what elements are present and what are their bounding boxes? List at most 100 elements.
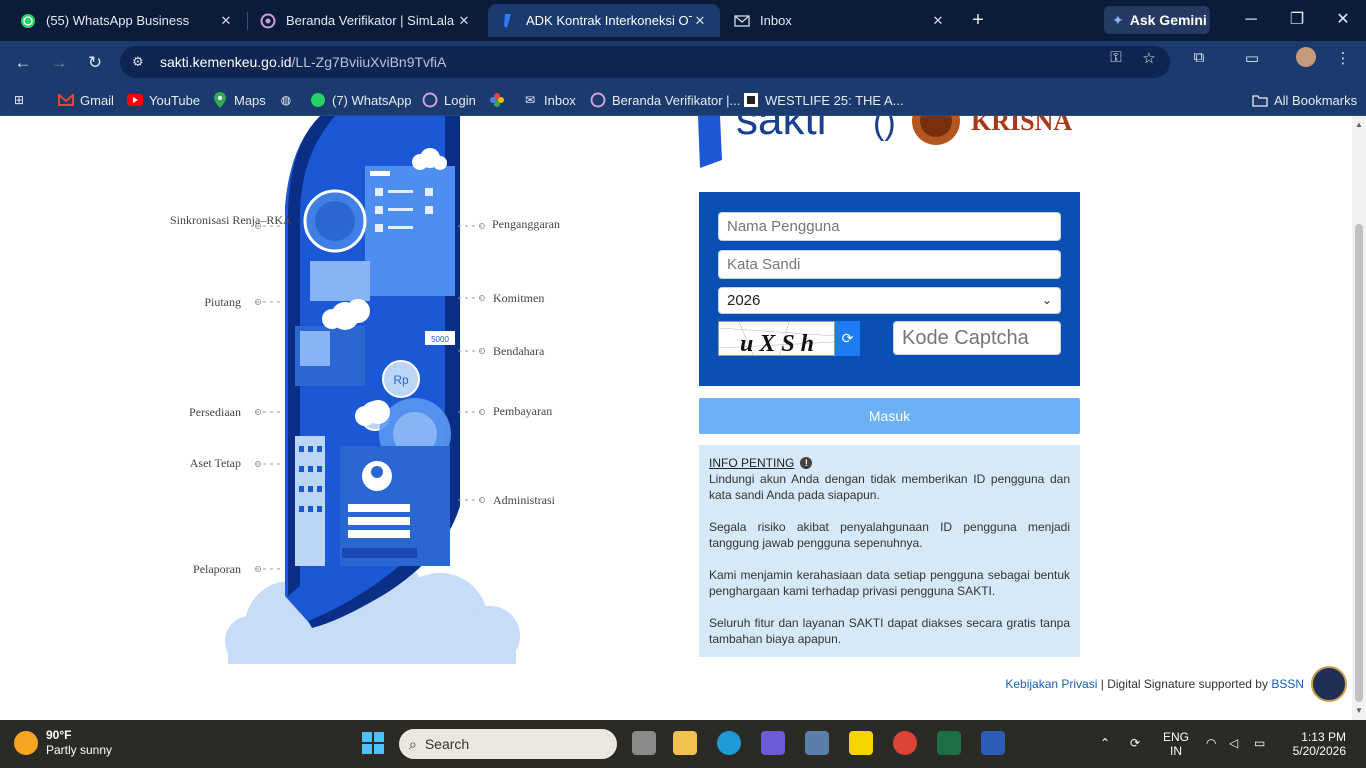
logo-area: sakti () KRISNA	[698, 116, 1080, 172]
windows-start-icon[interactable]	[361, 731, 385, 755]
bookmark-westlife[interactable]: WESTLIFE 25: THE A...	[743, 91, 903, 109]
forward-icon[interactable]: →	[47, 51, 71, 75]
youtube-icon	[127, 92, 143, 108]
info-paragraph: Kami menjamin kerahasiaan data setiap pe…	[709, 568, 1070, 598]
label-pembayaran: Pembayaran	[493, 404, 553, 418]
refresh-captcha-icon[interactable]: ⟳	[835, 321, 860, 356]
bookmark-star-icon[interactable]: ☆	[1140, 49, 1158, 67]
bookmark-photos[interactable]	[489, 91, 511, 109]
close-window-icon[interactable]: ✕	[1330, 8, 1356, 32]
clock[interactable]: 1:13 PM 5/20/2026	[1290, 730, 1346, 758]
excel-icon[interactable]	[937, 731, 961, 755]
year-select[interactable]: 2026 ⌄	[718, 287, 1061, 314]
bookmark-login[interactable]: Login	[422, 91, 476, 109]
bookmark-whatsapp[interactable]: (7) WhatsApp	[310, 91, 411, 109]
wifi-icon[interactable]: ◠	[1206, 736, 1216, 750]
bookmark-label: Maps	[234, 92, 266, 108]
simlala-icon	[590, 92, 606, 108]
tab-title: (55) WhatsApp Business	[46, 13, 190, 28]
close-tab-icon[interactable]: ✕	[930, 13, 946, 29]
svg-text:5000: 5000	[431, 335, 449, 344]
tab-inbox[interactable]: Inbox ✕	[722, 4, 958, 37]
battery-icon[interactable]: ▭	[1254, 736, 1265, 750]
masuk-button[interactable]: Masuk	[699, 398, 1080, 434]
chevron-up-icon[interactable]: ⌃	[1100, 736, 1110, 750]
camera-icon[interactable]	[805, 731, 829, 755]
bookmark-maps[interactable]: Maps	[212, 91, 266, 109]
reload-icon[interactable]: ↻	[83, 51, 107, 75]
apps-grid-icon[interactable]: ⊞	[11, 91, 33, 109]
bookmark-label: Gmail	[80, 92, 114, 108]
label-aset-tetap: Aset Tetap	[189, 456, 241, 470]
page-scrollbar[interactable]: ▲ ▼	[1352, 116, 1366, 720]
bookmark-youtube[interactable]: YouTube	[127, 91, 200, 109]
simlala-icon	[260, 13, 276, 29]
bssn-link[interactable]: BSSN	[1271, 677, 1304, 691]
file-explorer-icon[interactable]	[673, 731, 697, 755]
scroll-down-icon[interactable]: ▼	[1355, 706, 1363, 715]
chrome-icon[interactable]	[893, 731, 917, 755]
sakti-krisna-logo: sakti () KRISNA	[698, 116, 1072, 168]
taskbar-search[interactable]: ⌕ Search	[399, 729, 617, 759]
all-bookmarks-button[interactable]: All Bookmarks	[1252, 91, 1357, 109]
search-label: Search	[424, 736, 470, 752]
page-footer: Kebijakan Privasi | Digital Signature su…	[1005, 677, 1304, 691]
address-bar[interactable]: ⚙ sakti.kemenkeu.go.id/LL-Zg7BviiuXviBn9…	[120, 46, 1170, 78]
label-komitmen: Komitmen	[493, 291, 545, 305]
back-icon[interactable]: ←	[11, 51, 35, 75]
menu-icon[interactable]: ⋮	[1334, 49, 1352, 67]
close-tab-icon[interactable]: ✕	[692, 13, 708, 29]
tab-adk-kontrak[interactable]: ADK Kontrak Interkoneksi OTP I ✕	[488, 4, 720, 37]
volume-icon[interactable]: ◁	[1229, 736, 1238, 750]
privacy-policy-link[interactable]: Kebijakan Privasi	[1005, 677, 1097, 691]
search-icon: ⌕	[409, 735, 417, 752]
cast-icon[interactable]: ▭	[1243, 49, 1261, 67]
app-icon[interactable]	[761, 731, 785, 755]
ask-gemini-button[interactable]: ✦ Ask Gemini	[1104, 6, 1210, 34]
password-field[interactable]: Kata Sandi	[718, 250, 1061, 279]
close-tab-icon[interactable]: ✕	[456, 13, 472, 29]
scroll-up-icon[interactable]: ▲	[1355, 120, 1363, 129]
captcha-input[interactable]: Kode Captcha	[893, 321, 1061, 355]
tab-simlala[interactable]: Beranda Verifikator | SimLala ✕	[248, 4, 484, 37]
label-bendahara: Bendahara	[493, 344, 545, 358]
captcha-text: u X S h	[740, 331, 814, 356]
bssn-logo	[1311, 666, 1347, 702]
tab-whatsapp-business[interactable]: (55) WhatsApp Business ✕	[8, 4, 246, 37]
word-icon[interactable]	[981, 731, 1005, 755]
sakti-illustration: Rp Rp 5000	[225, 116, 520, 664]
label-piutang: Piutang	[204, 295, 241, 309]
tab-title: Inbox	[760, 13, 792, 28]
username-field[interactable]: Nama Pengguna	[718, 212, 1061, 241]
sticky-notes-icon[interactable]	[849, 731, 873, 755]
profile-avatar[interactable]	[1296, 47, 1316, 67]
scrollbar-thumb[interactable]	[1355, 224, 1363, 702]
language-indicator[interactable]: ENG IN	[1163, 730, 1189, 758]
whatsapp-icon	[310, 92, 326, 108]
bookmark-beranda[interactable]: Beranda Verifikator |...	[590, 91, 740, 109]
bookmark-inbox[interactable]: ✉ Inbox	[522, 91, 576, 109]
task-view-icon[interactable]	[632, 731, 656, 755]
edge-icon[interactable]	[717, 731, 741, 755]
new-tab-icon[interactable]: +	[967, 9, 989, 31]
chevron-down-icon: ⌄	[1041, 293, 1052, 307]
sakti-logo-text: sakti	[736, 116, 826, 144]
close-tab-icon[interactable]: ✕	[218, 13, 234, 29]
extensions-icon[interactable]: ⧉	[1190, 49, 1208, 66]
bookmark-gmail[interactable]: Gmail	[58, 91, 114, 109]
bookmark-label: YouTube	[149, 92, 201, 108]
minimize-icon[interactable]: ─	[1238, 8, 1264, 32]
folder-icon	[1252, 92, 1268, 108]
label-pelaporan: Pelaporan	[193, 562, 241, 576]
maps-icon	[212, 92, 228, 108]
sync-icon[interactable]: ⟳	[1130, 736, 1140, 750]
restore-icon[interactable]: ❐	[1284, 8, 1310, 32]
url-text[interactable]: sakti.kemenkeu.go.id/LL-Zg7BviiuXviBn9Tv…	[160, 54, 446, 70]
sakti-login-page: Rp Rp 5000	[0, 116, 1352, 720]
bookmark-globe[interactable]: ◍	[278, 91, 300, 109]
mail-icon	[734, 13, 750, 29]
weather-widget[interactable]: 90°F Partly sunny	[14, 728, 112, 758]
password-key-icon[interactable]: ⚿	[1107, 49, 1125, 66]
info-paragraph: Seluruh fitur dan layanan SAKTI dapat di…	[709, 616, 1070, 646]
site-settings-icon[interactable]: ⚙	[132, 54, 148, 70]
